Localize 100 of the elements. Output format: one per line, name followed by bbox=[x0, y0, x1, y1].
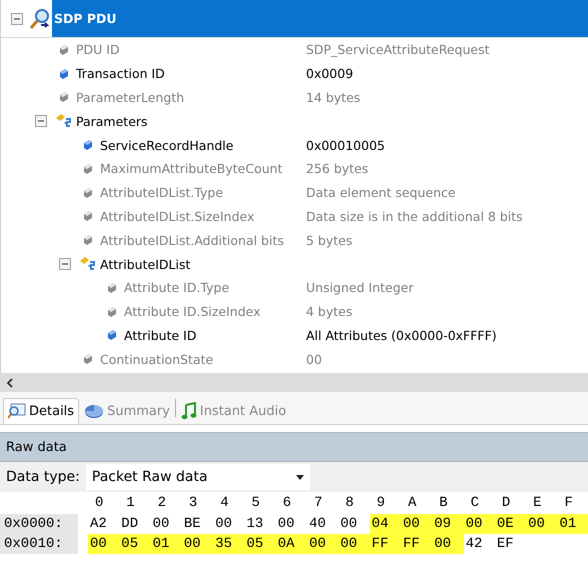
caret-icon bbox=[296, 474, 304, 480]
field-name[interactable]: Parameters bbox=[76, 114, 148, 129]
field-name[interactable]: Attribute ID.SizeIndex bbox=[124, 304, 261, 320]
data-type-label: Data type: bbox=[5, 469, 81, 485]
hex-byte: 00 bbox=[526, 514, 558, 534]
hex-byte: 01 bbox=[557, 514, 588, 534]
field-name[interactable]: AttributeIDList.Type bbox=[100, 185, 224, 200]
hex-byte: BE bbox=[182, 515, 202, 534]
tab[interactable]: Instant Audio bbox=[176, 398, 292, 424]
field-name[interactable]: Transaction ID bbox=[76, 66, 165, 82]
data-type-dropdown[interactable]: Packet Raw data bbox=[86, 464, 310, 490]
cube-icon bbox=[107, 282, 117, 294]
cube-icon bbox=[59, 68, 69, 80]
hex-byte: A2 bbox=[89, 515, 108, 534]
hex-byte: EF bbox=[496, 535, 515, 554]
field-name[interactable]: AttributeIDList bbox=[100, 256, 190, 272]
hex-byte: 0A bbox=[276, 534, 308, 554]
hex-address: 0x0000: bbox=[0, 514, 78, 534]
hex-byte: 00 bbox=[152, 515, 170, 534]
collapse-icon[interactable] bbox=[59, 258, 71, 270]
field-value: 0x0009 bbox=[306, 66, 354, 82]
field-value: All Attributes (0x0000-0xFFFF) bbox=[306, 328, 497, 343]
column-header: 5 bbox=[250, 495, 261, 511]
field-value: Data element sequence bbox=[306, 185, 456, 200]
field-name[interactable]: AttributeIDList.SizeIndex bbox=[100, 208, 254, 224]
hex-byte: 00 bbox=[214, 515, 233, 534]
field-value: Unsigned Integer bbox=[306, 280, 414, 296]
field-name[interactable]: ServiceRecordHandle bbox=[100, 138, 234, 153]
hex-byte: 0E bbox=[494, 514, 526, 534]
hex-byte: 00 bbox=[276, 515, 296, 534]
hex-byte: 00 bbox=[338, 534, 370, 554]
field-value: SDP_ServiceAttributeRequest bbox=[306, 42, 490, 58]
hex-byte: 00 bbox=[432, 534, 464, 554]
music-note-icon bbox=[180, 402, 197, 420]
group-icon bbox=[55, 113, 73, 130]
tree-root[interactable]: SDP PDU bbox=[52, 0, 588, 37]
field-name[interactable]: MaximumAttributeByteCount bbox=[100, 161, 282, 176]
column-header: 1 bbox=[125, 495, 136, 511]
magnifier-icon bbox=[29, 8, 51, 30]
field-value: 14 bytes bbox=[306, 90, 360, 105]
field-value: 256 bytes bbox=[306, 161, 368, 176]
column-header: C bbox=[470, 495, 480, 511]
cube-icon bbox=[107, 306, 117, 318]
scroll-left-icon[interactable] bbox=[6, 378, 14, 388]
tab[interactable]: Details bbox=[3, 398, 80, 424]
hex-byte: 09 bbox=[432, 514, 464, 534]
field-name[interactable]: AttributeIDList.Additional bits bbox=[100, 232, 284, 248]
cube-icon bbox=[83, 234, 93, 246]
column-header: F bbox=[563, 495, 574, 511]
hex-byte: 00 bbox=[400, 514, 432, 534]
field-name[interactable]: Attribute ID.Type bbox=[124, 280, 230, 296]
column-header: 0 bbox=[94, 495, 104, 511]
cube-icon bbox=[107, 329, 117, 342]
field-name[interactable]: PDU ID bbox=[76, 42, 120, 58]
hex-byte: 04 bbox=[370, 514, 401, 534]
hex-byte: 00 bbox=[88, 534, 120, 554]
tab[interactable]: Summary bbox=[79, 398, 175, 424]
collapse-icon[interactable] bbox=[35, 115, 47, 128]
hex-address: 0x0010: bbox=[0, 534, 78, 554]
cube-icon bbox=[83, 186, 93, 199]
group-icon bbox=[79, 256, 97, 272]
column-header: 2 bbox=[156, 495, 167, 511]
column-header: D bbox=[500, 495, 512, 511]
column-header: E bbox=[532, 495, 543, 511]
field-value: 00 bbox=[306, 352, 322, 367]
hex-byte: 00 bbox=[464, 514, 495, 534]
hex-byte: 05 bbox=[244, 534, 276, 554]
hex-byte: 00 bbox=[307, 534, 338, 554]
collapse-icon[interactable] bbox=[11, 12, 23, 24]
column-header: 7 bbox=[313, 495, 324, 511]
column-header: 8 bbox=[344, 495, 355, 511]
hex-byte: 00 bbox=[339, 515, 358, 534]
column-header: B bbox=[438, 495, 449, 511]
field-value: 0x00010005 bbox=[306, 138, 385, 153]
panel-title: Raw data bbox=[0, 432, 588, 462]
hex-byte: 35 bbox=[213, 534, 244, 554]
hex-byte: 40 bbox=[308, 515, 327, 534]
hex-byte: 01 bbox=[150, 534, 182, 554]
cube-icon bbox=[59, 44, 69, 56]
column-header: 6 bbox=[282, 495, 292, 511]
hex-byte: FF bbox=[370, 534, 401, 554]
magnifier-icon bbox=[8, 403, 26, 419]
cube-icon bbox=[83, 353, 93, 366]
hex-byte: 00 bbox=[182, 534, 214, 554]
cube-icon bbox=[59, 91, 69, 104]
hex-byte: 13 bbox=[245, 515, 264, 534]
field-value: 4 bytes bbox=[306, 304, 352, 320]
field-name[interactable]: Attribute ID bbox=[124, 328, 196, 343]
field-value: Data size is in the additional 8 bits bbox=[306, 208, 523, 224]
pie-chart-icon bbox=[84, 403, 104, 419]
column-header: 9 bbox=[376, 495, 386, 511]
field-name[interactable]: ContinuationState bbox=[100, 352, 214, 367]
column-header: A bbox=[406, 495, 418, 511]
hex-byte: DD bbox=[120, 515, 140, 534]
column-header: 3 bbox=[188, 495, 198, 511]
cube-icon bbox=[83, 162, 93, 175]
field-value: 5 bytes bbox=[306, 232, 352, 248]
field-name[interactable]: ParameterLength bbox=[76, 90, 184, 105]
column-header: 4 bbox=[219, 495, 230, 511]
hex-byte: 05 bbox=[119, 534, 151, 554]
